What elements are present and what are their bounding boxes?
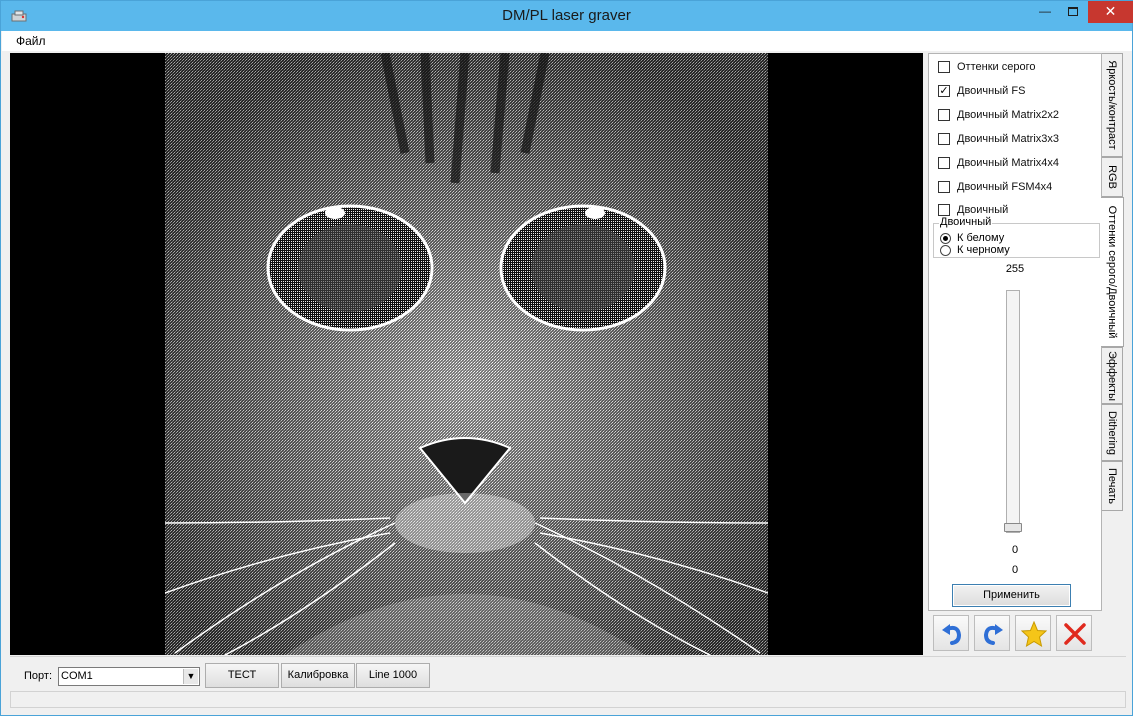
checkbox-box[interactable] xyxy=(938,133,950,145)
redo-icon xyxy=(983,624,1003,645)
checkbox-label: Двоичный xyxy=(957,204,1009,216)
checkbox-binary-matrix3x3[interactable]: Двоичный Matrix3x3 xyxy=(938,131,1059,147)
tab-rgb[interactable]: RGB xyxy=(1102,157,1123,197)
menu-file[interactable]: Файл xyxy=(16,34,46,48)
calibration-button[interactable]: Калибровка xyxy=(281,663,355,688)
checkbox-label: Двоичный Matrix3x3 xyxy=(957,133,1060,145)
close-icon xyxy=(1064,623,1086,645)
tab-brightness-contrast[interactable]: Яркость/контраст xyxy=(1102,53,1123,157)
menu-bar: Файл xyxy=(2,31,1132,51)
tab-dithering[interactable]: Dithering xyxy=(1102,404,1123,461)
checkbox-binary-fs[interactable]: ✓ Двоичный FS xyxy=(938,83,1025,99)
checkbox-binary-matrix2x2[interactable]: Двоичный Matrix2x2 xyxy=(938,107,1059,123)
cancel-button[interactable] xyxy=(1056,615,1092,651)
radio-label: К белому xyxy=(957,232,1005,244)
threshold-slider-thumb[interactable] xyxy=(1004,523,1022,532)
checkbox-box[interactable]: ✓ xyxy=(938,85,950,97)
checkbox-box[interactable] xyxy=(938,157,950,169)
tab-grayscale-binary[interactable]: Оттенки серого/Двоичный xyxy=(1101,197,1124,347)
image-canvas[interactable] xyxy=(10,53,923,655)
radio-to-white[interactable]: К белому xyxy=(940,232,1004,244)
checkbox-label: Двоичный FS xyxy=(957,85,1026,97)
redo-button[interactable] xyxy=(974,615,1010,651)
tab-label: Яркость/контраст xyxy=(1106,60,1118,150)
checkbox-box[interactable] xyxy=(938,61,950,73)
threshold-slider-track[interactable] xyxy=(1006,290,1020,533)
tab-effects[interactable]: Эффекты xyxy=(1102,347,1123,404)
radio-to-black[interactable]: К черному xyxy=(940,244,1010,256)
minimize-button[interactable]: — xyxy=(1031,1,1059,23)
group-title: Двоичный xyxy=(939,216,993,228)
tab-label: Эффекты xyxy=(1106,350,1118,401)
maximize-button[interactable] xyxy=(1059,1,1087,23)
checkbox-label: Двоичный FSM4x4 xyxy=(957,181,1053,193)
checkbox-box[interactable] xyxy=(938,204,950,216)
star-icon xyxy=(1021,621,1047,647)
favorite-button[interactable] xyxy=(1015,615,1051,651)
settings-panel: Оттенки серого ✓ Двоичный FS Двоичный Ma… xyxy=(928,53,1102,611)
checkbox-label: Двоичный Matrix2x2 xyxy=(957,109,1060,121)
tab-label: Dithering xyxy=(1106,410,1118,455)
checkbox-binary-fsm4x4[interactable]: Двоичный FSM4x4 xyxy=(938,179,1052,195)
radio-button[interactable] xyxy=(940,244,951,256)
window-title: DM/PL laser graver xyxy=(502,7,631,24)
port-select-value: COM1 xyxy=(61,670,93,682)
vertical-tabs: Яркость/контраст RGB Оттенки серого/Двои… xyxy=(1101,53,1124,613)
maximize-icon xyxy=(1068,7,1078,16)
title-bar: DM/PL laser graver — ✕ xyxy=(1,1,1133,31)
port-label: Порт: xyxy=(24,670,52,682)
slider-value-label: 0 xyxy=(1011,544,1019,556)
checkbox-label: Двоичный Matrix4x4 xyxy=(957,157,1060,169)
checkbox-binary-matrix4x4[interactable]: Двоичный Matrix4x4 xyxy=(938,155,1059,171)
checkbox-grayscale[interactable]: Оттенки серого xyxy=(938,59,1035,75)
binary-mode-group: Двоичный К белому К черному xyxy=(933,216,1100,258)
radio-button[interactable] xyxy=(940,232,951,244)
tab-label: RGB xyxy=(1106,165,1118,189)
checkbox-box[interactable] xyxy=(938,109,950,121)
value-readout: 0 xyxy=(1011,564,1019,576)
tab-label: Оттенки серого/Двоичный xyxy=(1106,205,1118,339)
tab-print[interactable]: Печать xyxy=(1102,461,1123,511)
checkbox-box[interactable] xyxy=(938,181,950,193)
bottom-toolbar: Порт: COM1 ▼ ТЕСТ Калибровка Line 1000 xyxy=(10,656,1126,690)
status-bar xyxy=(10,691,1126,708)
dithered-cat-image xyxy=(165,53,768,655)
line-1000-button[interactable]: Line 1000 xyxy=(356,663,430,688)
checkbox-label: Оттенки серого xyxy=(957,61,1036,73)
tab-label: Печать xyxy=(1106,467,1118,505)
undo-button[interactable] xyxy=(933,615,969,651)
radio-label: К черному xyxy=(957,244,1010,256)
port-select[interactable]: COM1 ▼ xyxy=(58,667,200,686)
undo-icon xyxy=(942,624,962,645)
test-button[interactable]: ТЕСТ xyxy=(205,663,279,688)
close-window-button[interactable]: ✕ xyxy=(1088,1,1133,23)
chevron-down-icon[interactable]: ▼ xyxy=(183,669,198,684)
app-window: DM/PL laser graver — ✕ Файл Оттенки серо… xyxy=(0,0,1133,716)
slider-max-label: 255 xyxy=(1005,263,1025,275)
apply-button[interactable]: Применить xyxy=(952,584,1071,607)
